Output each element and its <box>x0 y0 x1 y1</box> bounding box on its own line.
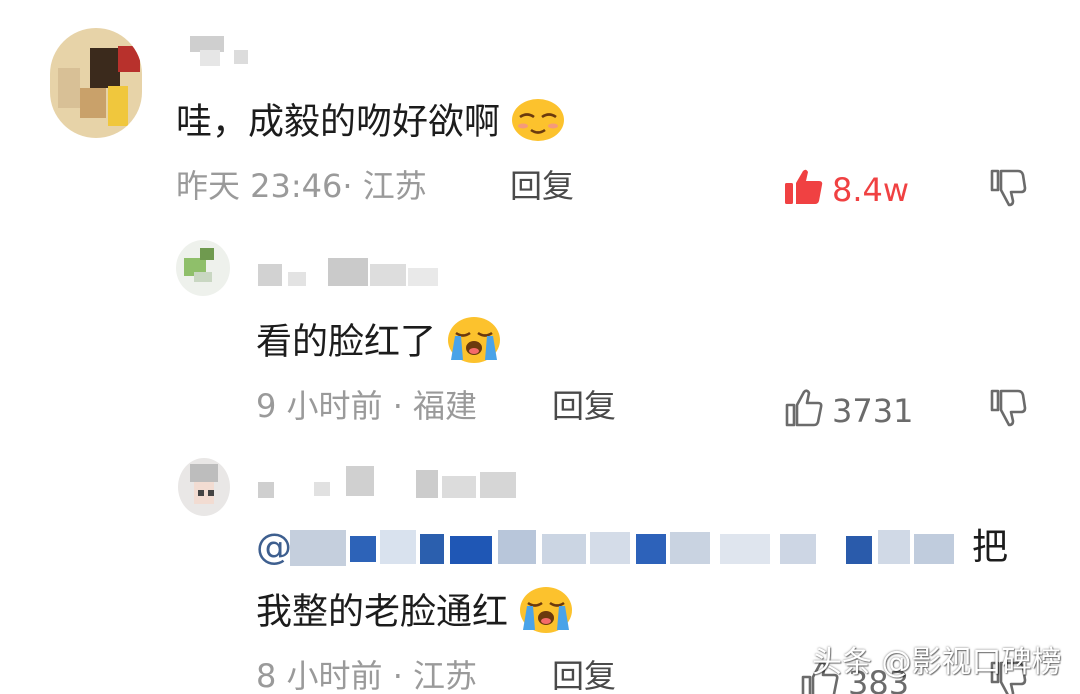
dislike-button[interactable] <box>988 168 1028 212</box>
comment-body-continued: 把 <box>972 527 1009 568</box>
reply-button[interactable]: 回复 <box>552 660 616 692</box>
thumbs-down-outline-icon <box>988 389 1028 432</box>
mention-pixelated[interactable] <box>290 526 960 570</box>
username-pixelated[interactable] <box>258 258 448 292</box>
username-pixelated[interactable] <box>258 466 538 502</box>
like-button[interactable]: 3731 <box>784 388 913 433</box>
comment-meta: 9 小时前 · 福建 <box>256 387 478 425</box>
reply-button[interactable]: 回复 <box>552 390 616 422</box>
mention-at: @ <box>256 527 292 568</box>
like-button[interactable]: 8.4w <box>784 168 909 211</box>
avatar[interactable] <box>176 240 230 296</box>
comment-body: 我整的老脸通红 <box>256 591 509 633</box>
thumbs-up-filled-icon <box>784 168 824 211</box>
comment-meta: 昨天 23:46· 江苏 <box>176 167 427 205</box>
loudly-crying-face-emoji <box>519 586 573 641</box>
comment-text: 看的脸红了 <box>256 316 501 371</box>
comment-text: 我整的老脸通红 <box>256 586 573 641</box>
dislike-button[interactable] <box>988 388 1028 432</box>
comment-body: 看的脸红了 <box>256 321 437 363</box>
avatar[interactable] <box>178 458 230 516</box>
like-count: 8.4w <box>832 170 910 209</box>
relieved-face-emoji <box>511 98 565 149</box>
comment-body: 哇，成毅的吻好欲啊 <box>176 101 501 143</box>
thumbs-down-outline-icon <box>988 661 1028 694</box>
reply-button[interactable]: 回复 <box>510 170 574 202</box>
username-pixelated[interactable] <box>190 36 270 70</box>
avatar[interactable] <box>50 28 142 138</box>
thumbs-down-outline-icon <box>988 169 1028 212</box>
thumbs-up-outline-icon <box>784 388 824 433</box>
like-count: 3731 <box>832 391 914 430</box>
comment-text: 哇，成毅的吻好欲啊 <box>176 98 565 149</box>
mention-line: @ 把 <box>256 530 1036 570</box>
comment-meta: 8 小时前 · 江苏 <box>256 657 478 694</box>
comment-thread: 哇，成毅的吻好欲啊 昨天 23:46· 江苏 回复 8.4w 看的脸红了 9 小… <box>0 0 1080 694</box>
loudly-crying-face-emoji <box>447 316 501 371</box>
watermark: 头条 @影视口碑榜 <box>812 645 1062 680</box>
